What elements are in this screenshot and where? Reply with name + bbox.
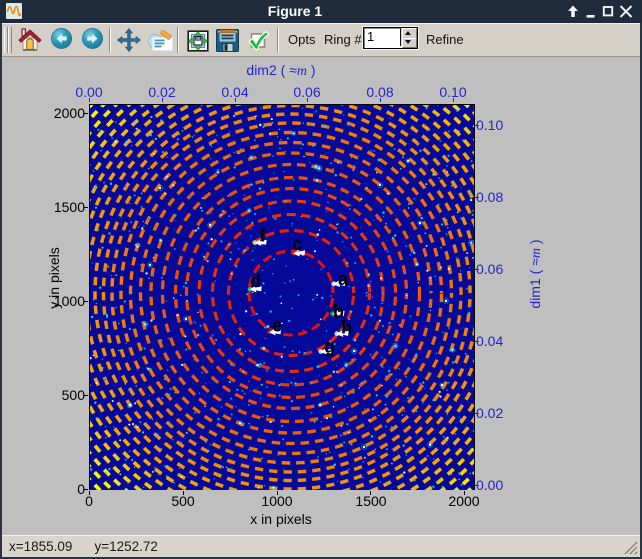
svg-text:g: g [324,337,335,357]
svg-text:d: d [250,271,261,291]
svg-text:e: e [272,316,282,336]
svg-text:f: f [260,226,267,246]
svg-text:a: a [338,269,349,289]
svg-text:h: h [341,317,352,337]
svg-text:c: c [292,234,302,254]
